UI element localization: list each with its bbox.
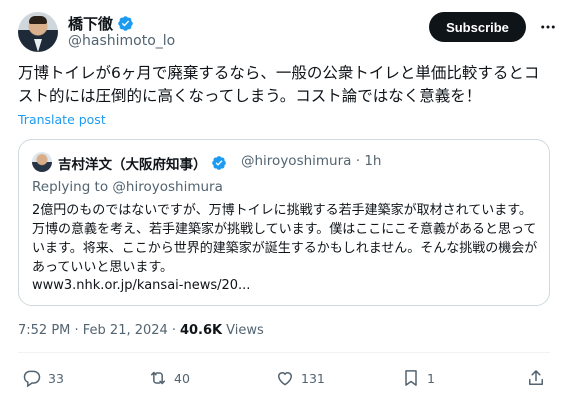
repost-button[interactable]: 40	[148, 368, 190, 388]
divider	[18, 352, 550, 353]
reply-button[interactable]: 33	[22, 368, 64, 388]
repost-icon	[151, 371, 165, 385]
meta-separator: ·	[171, 323, 176, 338]
like-button[interactable]: 131	[275, 368, 325, 388]
action-bar: 33 40 131 1	[18, 366, 550, 392]
more-icon[interactable]	[538, 18, 558, 36]
translate-link[interactable]: Translate post	[18, 112, 106, 127]
tweet-header: 橋下徹 @hashimoto_lo Subscribe	[18, 12, 558, 52]
replying-to-prefix: Replying to	[32, 179, 109, 195]
views-label: Views	[226, 323, 264, 338]
author-handle[interactable]: @hashimoto_lo	[68, 33, 175, 49]
avatar-hair	[29, 16, 47, 24]
bookmark-count: 1	[427, 370, 435, 386]
share-icon	[529, 370, 543, 385]
quoted-tweet[interactable]: 吉村洋文（大阪府知事） @hiroyoshimura · 1h Replying…	[18, 139, 550, 306]
quoted-tweet-link[interactable]: www3.nhk.or.jp/kansai-news/20...	[32, 278, 250, 293]
views-count: 40.6K	[179, 323, 223, 338]
author-name[interactable]: 橋下徹	[68, 13, 113, 34]
verified-badge-icon	[211, 156, 226, 170]
quoted-author-name: 吉村洋文（大阪府知事）	[58, 157, 207, 173]
tweet-text: 万博トイレが6ヶ月で廃棄するなら、一般の公衆トイレと単価比較するとコスト的には圧…	[18, 64, 540, 105]
like-count: 131	[301, 370, 325, 386]
tweet-meta: 7:52 PM · Feb 21, 2024 · 40.6K Views	[18, 323, 264, 338]
author-avatar[interactable]	[18, 12, 58, 52]
replying-to: Replying to @hiroyoshimura	[32, 179, 223, 195]
tweet-timestamp[interactable]: 7:52 PM · Feb 21, 2024	[18, 323, 168, 338]
reply-icon	[23, 370, 41, 388]
subscribe-button[interactable]: Subscribe	[429, 12, 526, 42]
quoted-author-name-row: 吉村洋文（大阪府知事）	[58, 153, 227, 173]
verified-badge-icon	[118, 16, 133, 31]
quoted-author-avatar	[32, 152, 52, 172]
heart-icon	[277, 372, 293, 386]
quoted-tweet-text: 2億円のものではないですが、万博トイレに挑戦する若手建築家が取材されています。万…	[32, 203, 538, 275]
more-dots-icon	[541, 25, 555, 29]
avatar-shirt	[34, 39, 42, 52]
replying-to-handle[interactable]: @hiroyoshimura	[112, 179, 222, 195]
quoted-author-handle: @hiroyoshimura · 1h	[241, 153, 382, 169]
repost-count: 40	[174, 370, 190, 386]
author-name-row: 橋下徹	[68, 13, 134, 34]
share-button[interactable]	[526, 368, 546, 388]
bookmark-button[interactable]: 1	[401, 368, 435, 388]
bookmark-icon	[405, 370, 417, 386]
reply-count: 33	[48, 370, 64, 386]
